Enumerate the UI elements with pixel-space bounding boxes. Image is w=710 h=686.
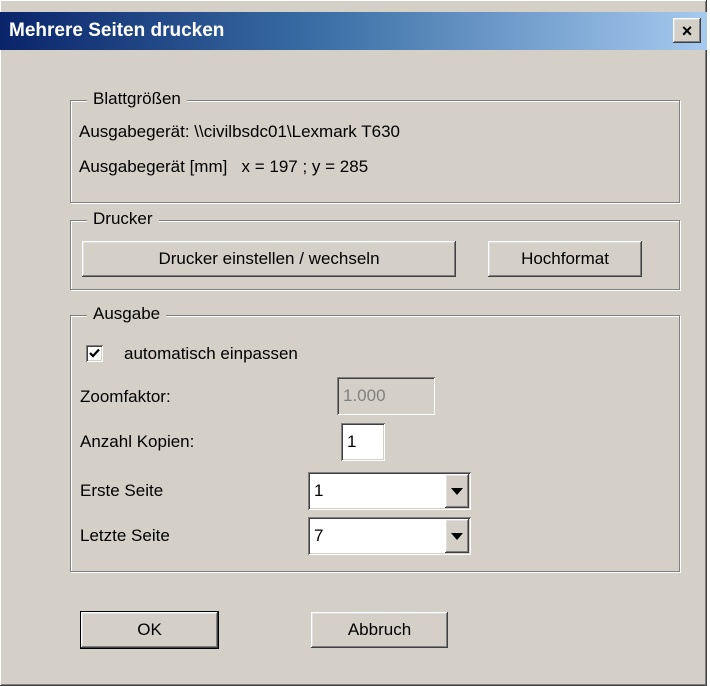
output-device-text: Ausgabegerät: \\civilbsdc01\Lexmark T630	[79, 122, 400, 141]
close-icon: ×	[681, 20, 693, 41]
checkmark-icon	[89, 348, 100, 358]
first-page-dropdown-button[interactable]	[445, 474, 469, 508]
zoom-input[interactable]: 1.000	[337, 377, 435, 415]
chevron-down-icon	[451, 532, 463, 540]
copies-input[interactable]: 1	[341, 423, 385, 461]
print-dialog: Mehrere Seiten drucken × Blattgrößen Aus…	[0, 0, 707, 686]
printer-setup-button[interactable]: Drucker einstellen / wechseln	[82, 241, 456, 277]
window-title: Mehrere Seiten drucken	[9, 20, 225, 41]
ok-button[interactable]: OK	[80, 611, 219, 649]
last-page-label: Letzte Seite	[80, 526, 170, 545]
copies-value: 1	[347, 432, 357, 451]
auto-fit-label: automatisch einpassen	[124, 344, 298, 363]
cancel-button[interactable]: Abbruch	[311, 612, 448, 648]
first-page-value: 1	[314, 481, 324, 500]
title-bar[interactable]: Mehrere Seiten drucken ×	[0, 12, 707, 50]
chevron-down-icon	[451, 487, 463, 495]
copies-label: Anzahl Kopien:	[80, 432, 195, 451]
output-group-title: Ausgabe	[87, 304, 167, 324]
first-page-label: Erste Seite	[80, 481, 164, 500]
last-page-dropdown-button[interactable]	[445, 519, 469, 553]
sheet-sizes-group-title: Blattgrößen	[87, 89, 187, 109]
zoom-label: Zoomfaktor:	[80, 387, 171, 406]
orientation-button[interactable]: Hochformat	[488, 241, 642, 277]
sheet-sizes-group: Blattgrößen Ausgabegerät: \\civilbsdc01\…	[70, 89, 680, 203]
close-button[interactable]: ×	[673, 18, 701, 43]
printer-group: Drucker Drucker einstellen / wechseln Ho…	[70, 209, 680, 290]
printer-group-title: Drucker	[87, 209, 159, 229]
last-page-select[interactable]: 7	[308, 517, 471, 555]
last-page-value: 7	[314, 526, 324, 545]
output-group: Ausgabe automatisch einpassen Zoomfaktor…	[70, 304, 680, 572]
first-page-select[interactable]: 1	[308, 472, 471, 510]
zoom-value: 1.000	[343, 386, 386, 405]
auto-fit-checkbox[interactable]	[86, 345, 103, 362]
output-size-text: Ausgabegerät [mm] x = 197 ; y = 285	[79, 157, 369, 176]
